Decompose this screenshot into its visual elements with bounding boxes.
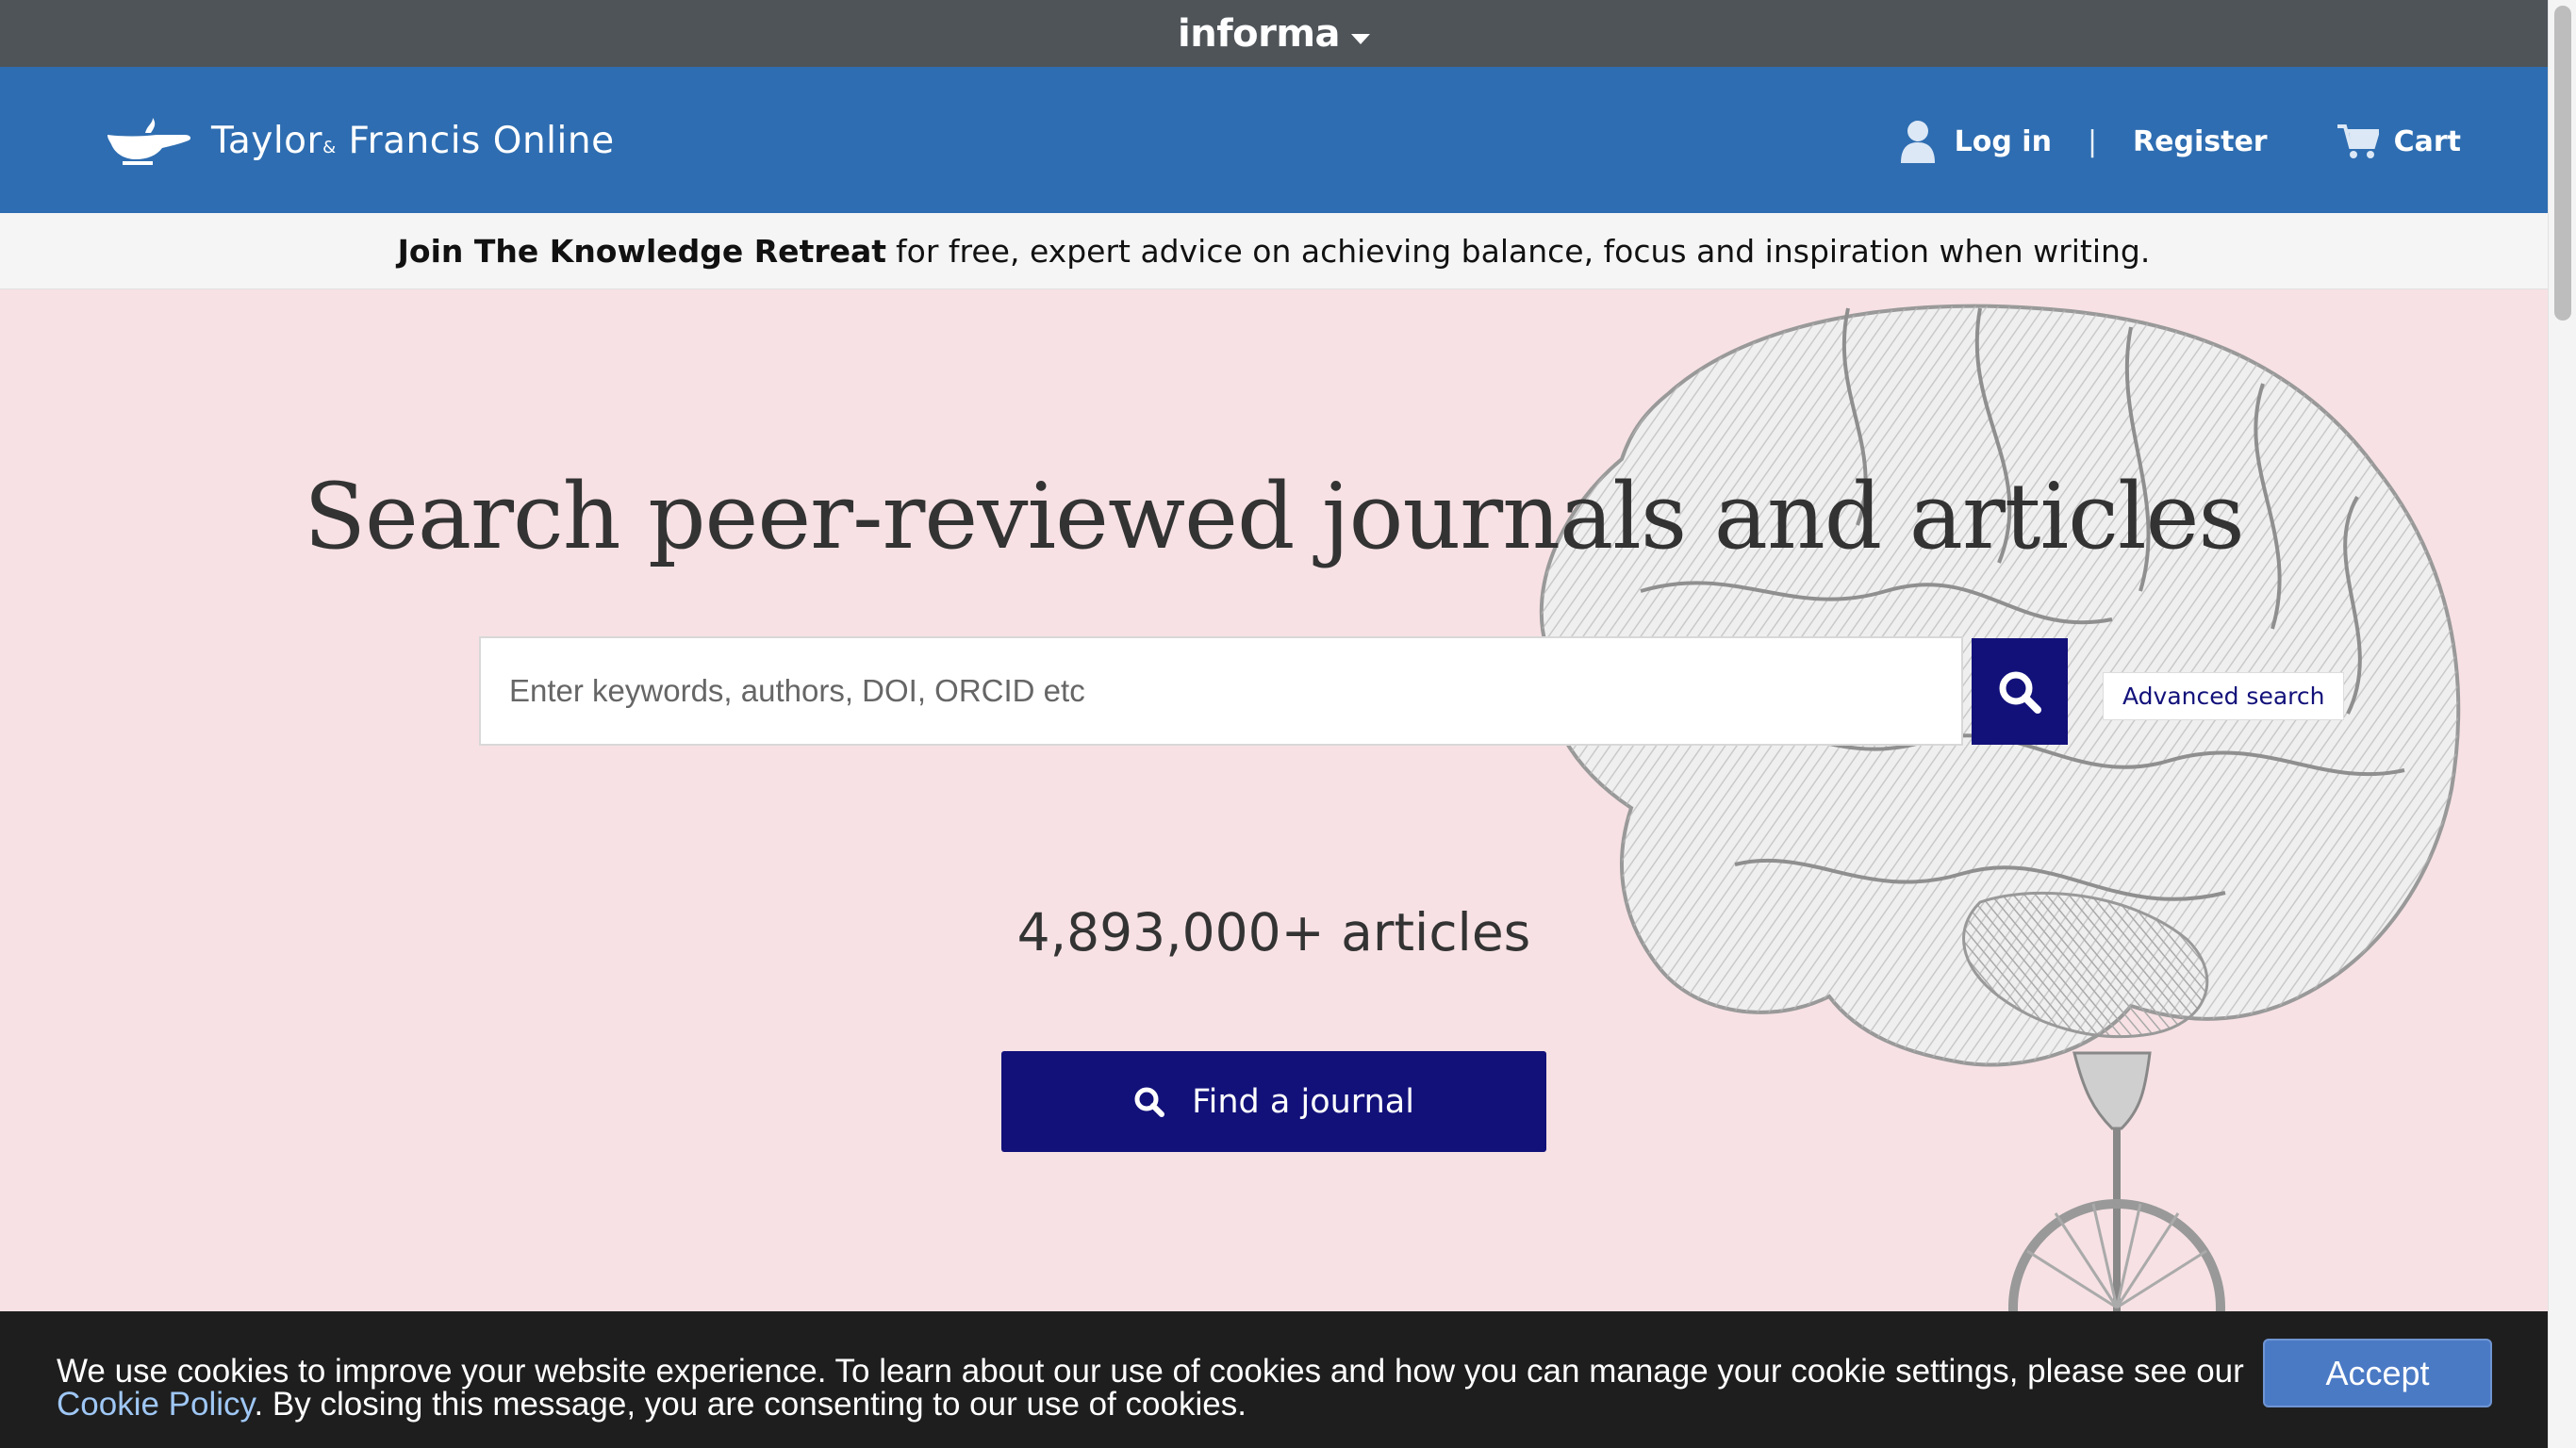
search-button[interactable] [1972,638,2068,745]
register-link[interactable]: Register [2133,125,2268,158]
header-nav: Log in | Register Cart [1900,120,2461,163]
login-link[interactable]: Log in [1900,120,2052,163]
search-icon [1134,1087,1165,1117]
cookie-text-after: . By closing this message, you are conse… [254,1386,1247,1423]
brain-illustration [1539,304,2461,1311]
search-input[interactable] [479,636,1963,746]
site-logo[interactable]: Taylor& Francis Online [104,114,615,167]
announcement-text: for free, expert advice on achieving bal… [896,232,2151,270]
logo-word-francis-online: Francis Online [348,119,615,162]
scrollbar-thumb[interactable] [2554,6,2571,321]
cookie-policy-link[interactable]: Cookie Policy [57,1386,254,1423]
cart-link[interactable]: Cart [2337,123,2461,160]
page-scrollbar[interactable] [2548,0,2576,1448]
cookie-message: We use cookies to improve your website e… [57,1355,2254,1421]
hero-section: Search peer-reviewed journals and articl… [0,289,2548,1311]
announcement-banner[interactable]: Join The Knowledge Retreat for free, exp… [0,213,2548,289]
logo-text: Taylor& Francis Online [211,120,615,162]
cart-label: Cart [2393,124,2461,158]
find-journal-label: Find a journal [1192,1082,1414,1121]
chevron-down-icon [1350,34,1370,44]
find-journal-button[interactable]: Find a journal [1001,1051,1546,1152]
advanced-search-link[interactable]: Advanced search [2103,672,2345,720]
site-header: Taylor& Francis Online Log in | Register… [0,67,2548,213]
logo-ampersand: & [322,137,337,157]
cookie-banner: We use cookies to improve your website e… [0,1311,2548,1448]
nav-separator: | [2087,124,2098,158]
article-count: 4,893,000+ articles [1016,902,1531,963]
hero-title: Search peer-reviewed journals and articl… [304,464,2244,569]
informa-menu[interactable]: informa [1178,12,1370,56]
announcement-bold: Join The Knowledge Retreat [397,232,887,270]
login-label: Log in [1954,124,2052,158]
accept-cookies-button[interactable]: Accept [2263,1339,2492,1407]
search-icon [1999,671,2041,714]
informa-bar: informa [0,0,2548,67]
informa-brand-text: informa [1178,11,1340,56]
teapot-lamp-logo-icon [107,118,191,165]
cookie-text-before: We use cookies to improve your website e… [57,1353,2244,1390]
logo-word-taylor: Taylor [211,119,323,162]
cart-icon [2337,124,2379,158]
user-icon [1900,121,1935,163]
